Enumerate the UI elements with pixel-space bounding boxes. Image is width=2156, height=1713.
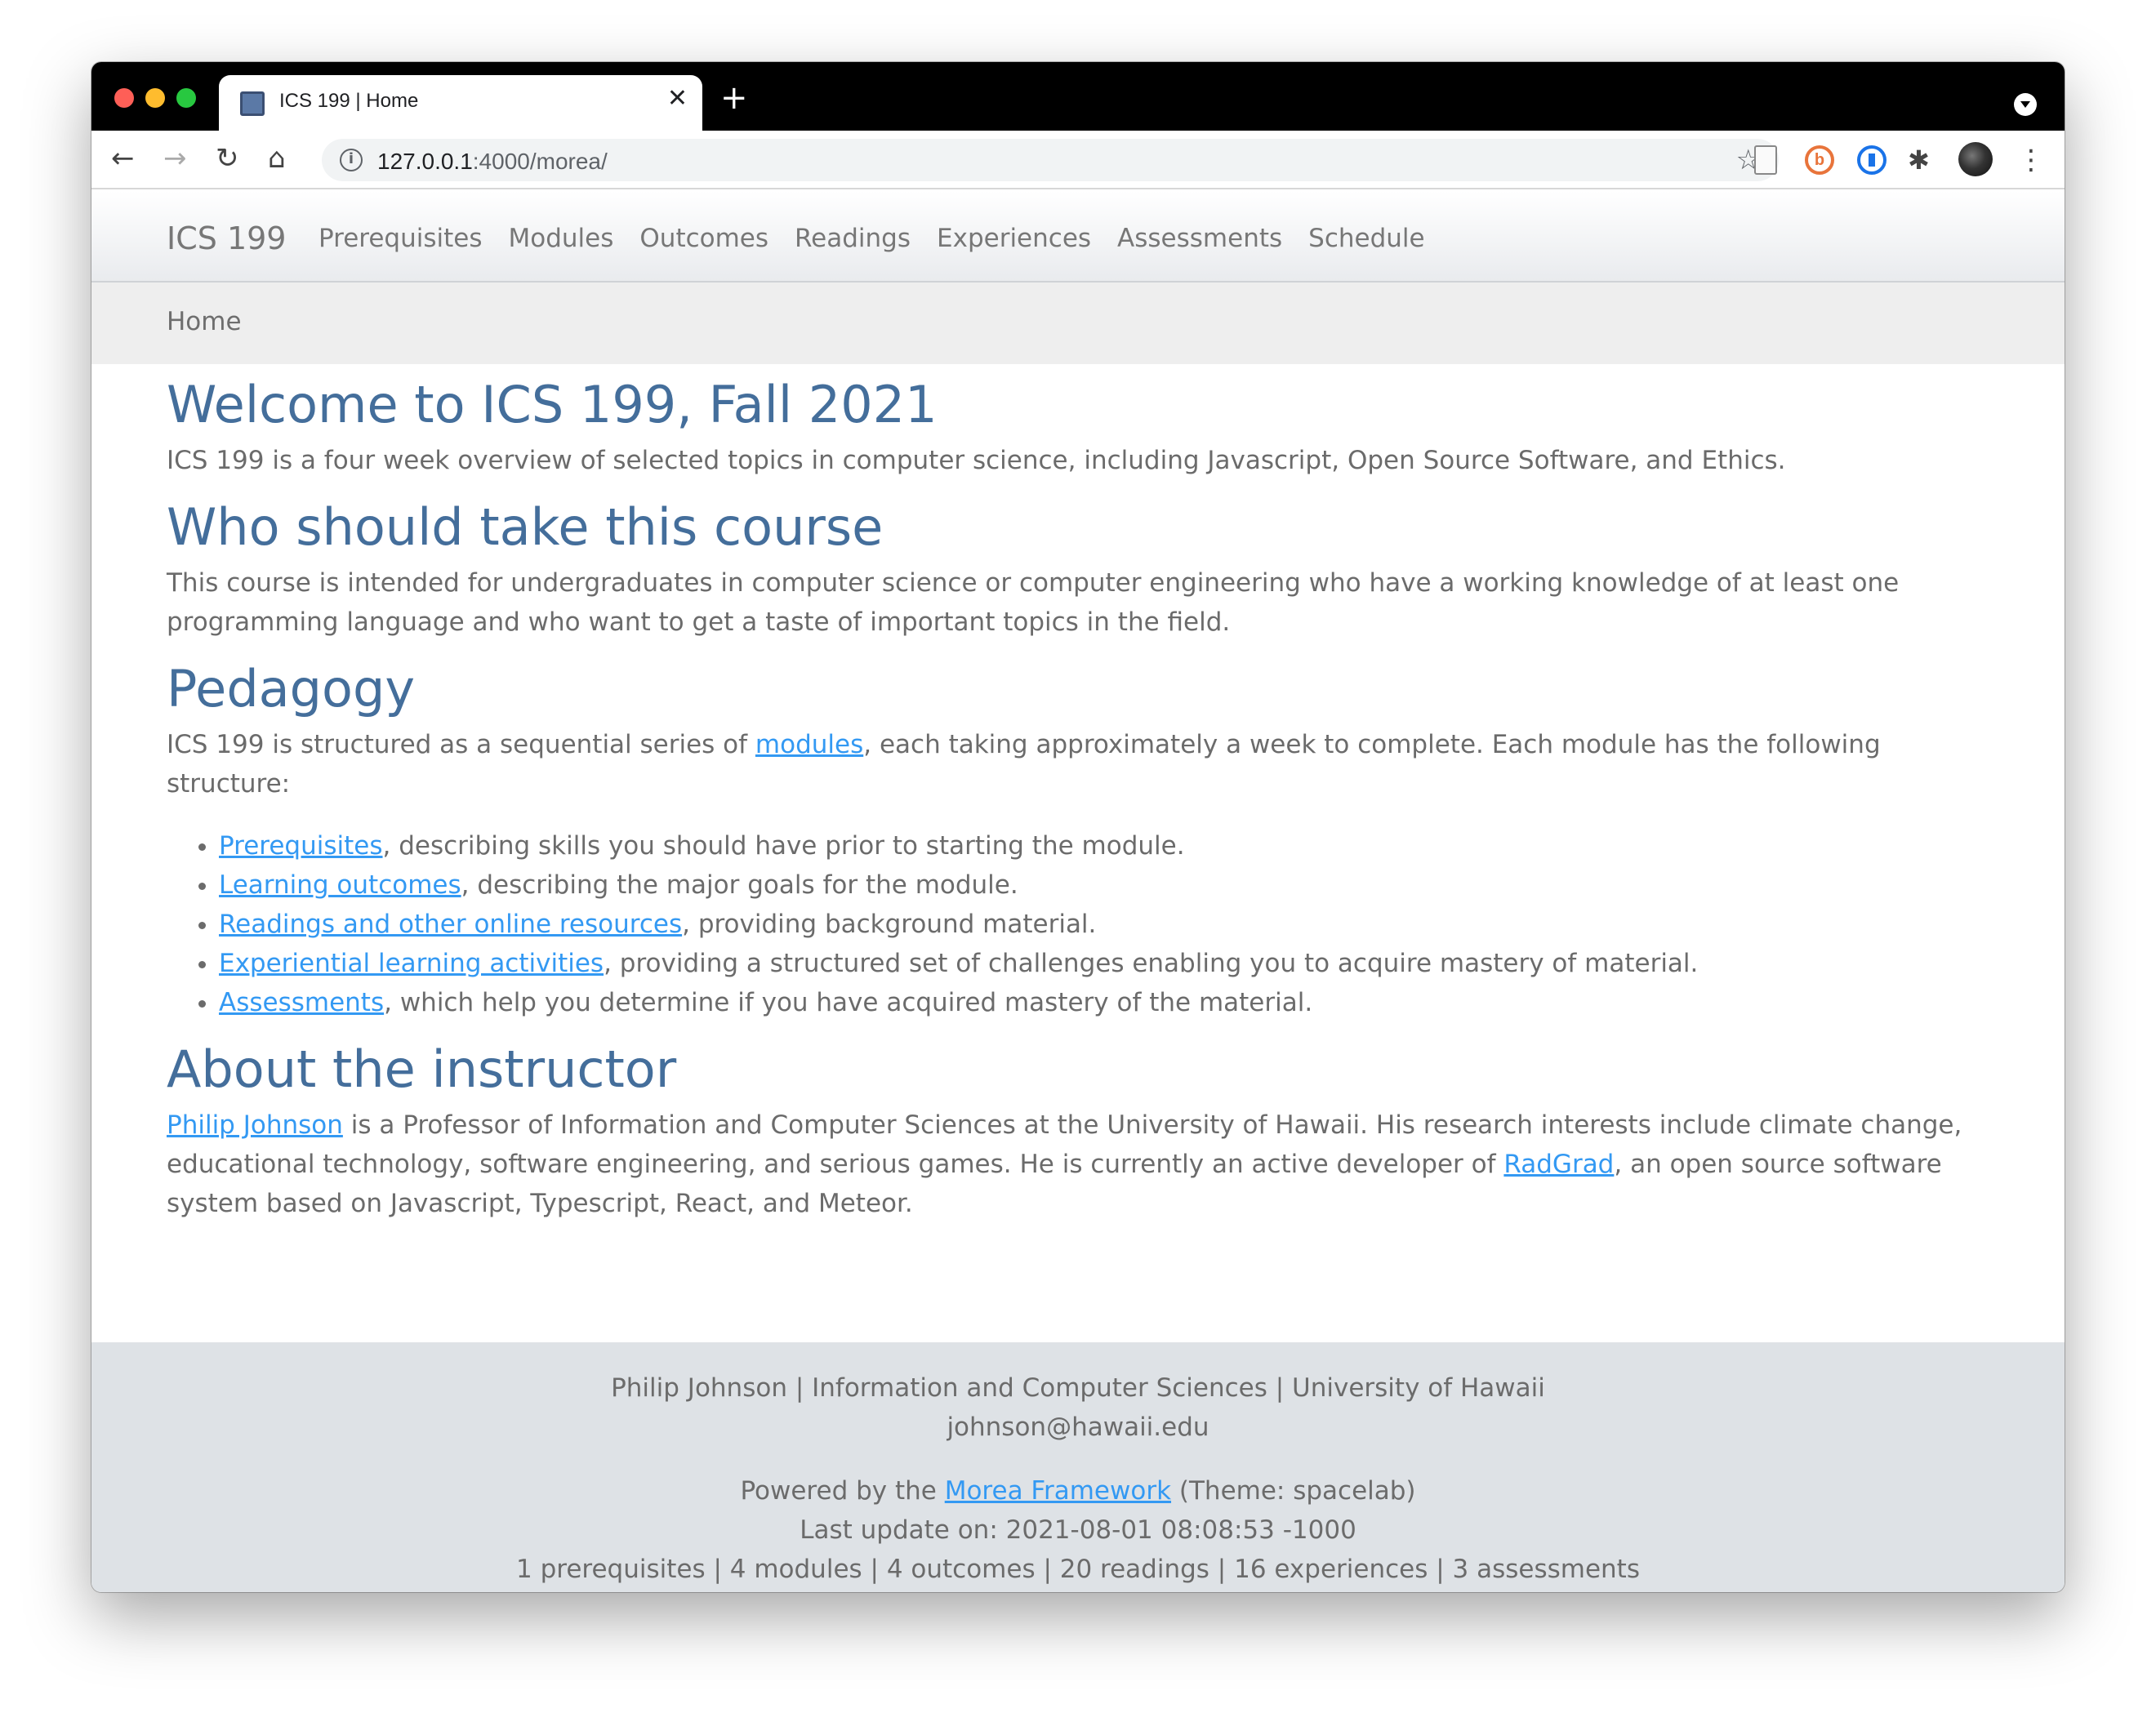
forward-icon[interactable]: →	[163, 142, 187, 175]
nav-prerequisites[interactable]: Prerequisites	[318, 224, 483, 253]
site-navbar: ICS 199 Prerequisites Modules Outcomes R…	[91, 191, 2065, 283]
browser-menu-icon[interactable]: ⋮	[2017, 145, 2047, 175]
reader-extension-icon[interactable]	[1754, 145, 1777, 175]
reload-icon[interactable]: ↻	[216, 142, 239, 175]
nav-outcomes[interactable]: Outcomes	[639, 224, 768, 253]
morea-framework-link[interactable]: Morea Framework	[945, 1476, 1171, 1506]
maximize-window-button[interactable]	[176, 88, 196, 108]
nav-schedule[interactable]: Schedule	[1308, 224, 1424, 253]
browser-window: ICS 199 | Home ✕ + ← → ↻ ⌂ i 127.0.0.1:4…	[91, 62, 2065, 1592]
nav-modules[interactable]: Modules	[509, 224, 614, 253]
site-brand[interactable]: ICS 199	[167, 220, 286, 256]
nav-assessments[interactable]: Assessments	[1117, 224, 1282, 253]
footer-counts: 1 prerequisites | 4 modules | 4 outcomes…	[516, 1555, 1640, 1584]
bitly-extension-icon[interactable]: b	[1805, 145, 1834, 175]
minimize-window-button[interactable]	[145, 88, 165, 108]
browser-toolbar: ← → ↻ ⌂ i 127.0.0.1:4000/morea/ ☆ b ✱ ⋮	[91, 131, 2065, 189]
list-item: Readings and other online resources, pro…	[219, 905, 1996, 944]
tab-title: ICS 199 | Home	[279, 90, 419, 112]
password-manager-extension-icon[interactable]	[1857, 145, 1886, 175]
breadcrumb: Home	[167, 307, 242, 336]
close-tab-icon[interactable]: ✕	[667, 87, 688, 111]
list-item: Assessments, which help you determine if…	[219, 983, 1996, 1022]
footer-last-update: Last update on: 2021-08-01 08:08:53 -100…	[800, 1515, 1356, 1545]
readings-link[interactable]: Readings and other online resources	[219, 910, 682, 939]
active-tab[interactable]: ICS 199 | Home ✕	[219, 75, 702, 131]
address-bar[interactable]: i 127.0.0.1:4000/morea/ ☆	[322, 139, 1779, 181]
radgrad-link[interactable]: RadGrad	[1503, 1150, 1614, 1179]
prerequisites-link[interactable]: Prerequisites	[219, 831, 383, 861]
footer-powered-by: Powered by the Morea Framework (Theme: s…	[740, 1476, 1416, 1506]
instructor-heading: About the instructor	[167, 1039, 677, 1099]
welcome-text: ICS 199 is a four week overview of selec…	[167, 446, 1786, 475]
breadcrumb-bar: Home	[91, 283, 2065, 364]
extensions-puzzle-icon[interactable]: ✱	[1908, 145, 1937, 175]
main-content: Welcome to ICS 199, Fall 2021 ICS 199 is…	[167, 372, 1996, 1223]
list-item: Experiential learning activities, provid…	[219, 944, 1996, 983]
list-item: Learning outcomes, describing the major …	[219, 865, 1996, 905]
nav-readings[interactable]: Readings	[795, 224, 911, 253]
tab-strip: ICS 199 | Home ✕ +	[91, 62, 2065, 131]
pedagogy-heading: Pedagogy	[167, 659, 416, 719]
welcome-heading: Welcome to ICS 199, Fall 2021	[167, 375, 938, 434]
list-item: Prerequisites, describing skills you sho…	[219, 826, 1996, 865]
tab-search-icon[interactable]	[2014, 93, 2037, 116]
nav-links: Prerequisites Modules Outcomes Readings …	[318, 224, 1425, 253]
modules-link[interactable]: modules	[755, 730, 863, 759]
experiential-activities-link[interactable]: Experiential learning activities	[219, 949, 604, 978]
site-info-icon[interactable]: i	[340, 149, 363, 171]
site-footer: Philip Johnson | Information and Compute…	[91, 1342, 2065, 1592]
philip-johnson-link[interactable]: Philip Johnson	[167, 1110, 343, 1140]
instructor-text: Philip Johnson is a Professor of Informa…	[167, 1110, 1962, 1218]
url-text[interactable]: 127.0.0.1:4000/morea/	[377, 149, 608, 175]
nav-experiences[interactable]: Experiences	[937, 224, 1091, 253]
footer-email: johnson@hawaii.edu	[947, 1413, 1209, 1442]
who-heading: Who should take this course	[167, 497, 884, 557]
back-icon[interactable]: ←	[111, 142, 135, 175]
pedagogy-text: ICS 199 is structured as a sequential se…	[167, 730, 1881, 799]
module-structure-list: Prerequisites, describing skills you sho…	[219, 826, 1996, 1022]
web-page: ICS 199 Prerequisites Modules Outcomes R…	[91, 191, 2065, 1592]
learning-outcomes-link[interactable]: Learning outcomes	[219, 870, 461, 900]
home-icon[interactable]: ⌂	[268, 142, 286, 175]
close-window-button[interactable]	[114, 88, 134, 108]
who-text: This course is intended for undergraduat…	[167, 568, 1900, 637]
new-tab-button[interactable]: +	[720, 82, 748, 114]
profile-avatar[interactable]	[1958, 142, 1993, 176]
assessments-link[interactable]: Assessments	[219, 988, 384, 1017]
favicon-icon	[240, 91, 265, 116]
footer-affiliation: Philip Johnson | Information and Compute…	[611, 1373, 1545, 1403]
